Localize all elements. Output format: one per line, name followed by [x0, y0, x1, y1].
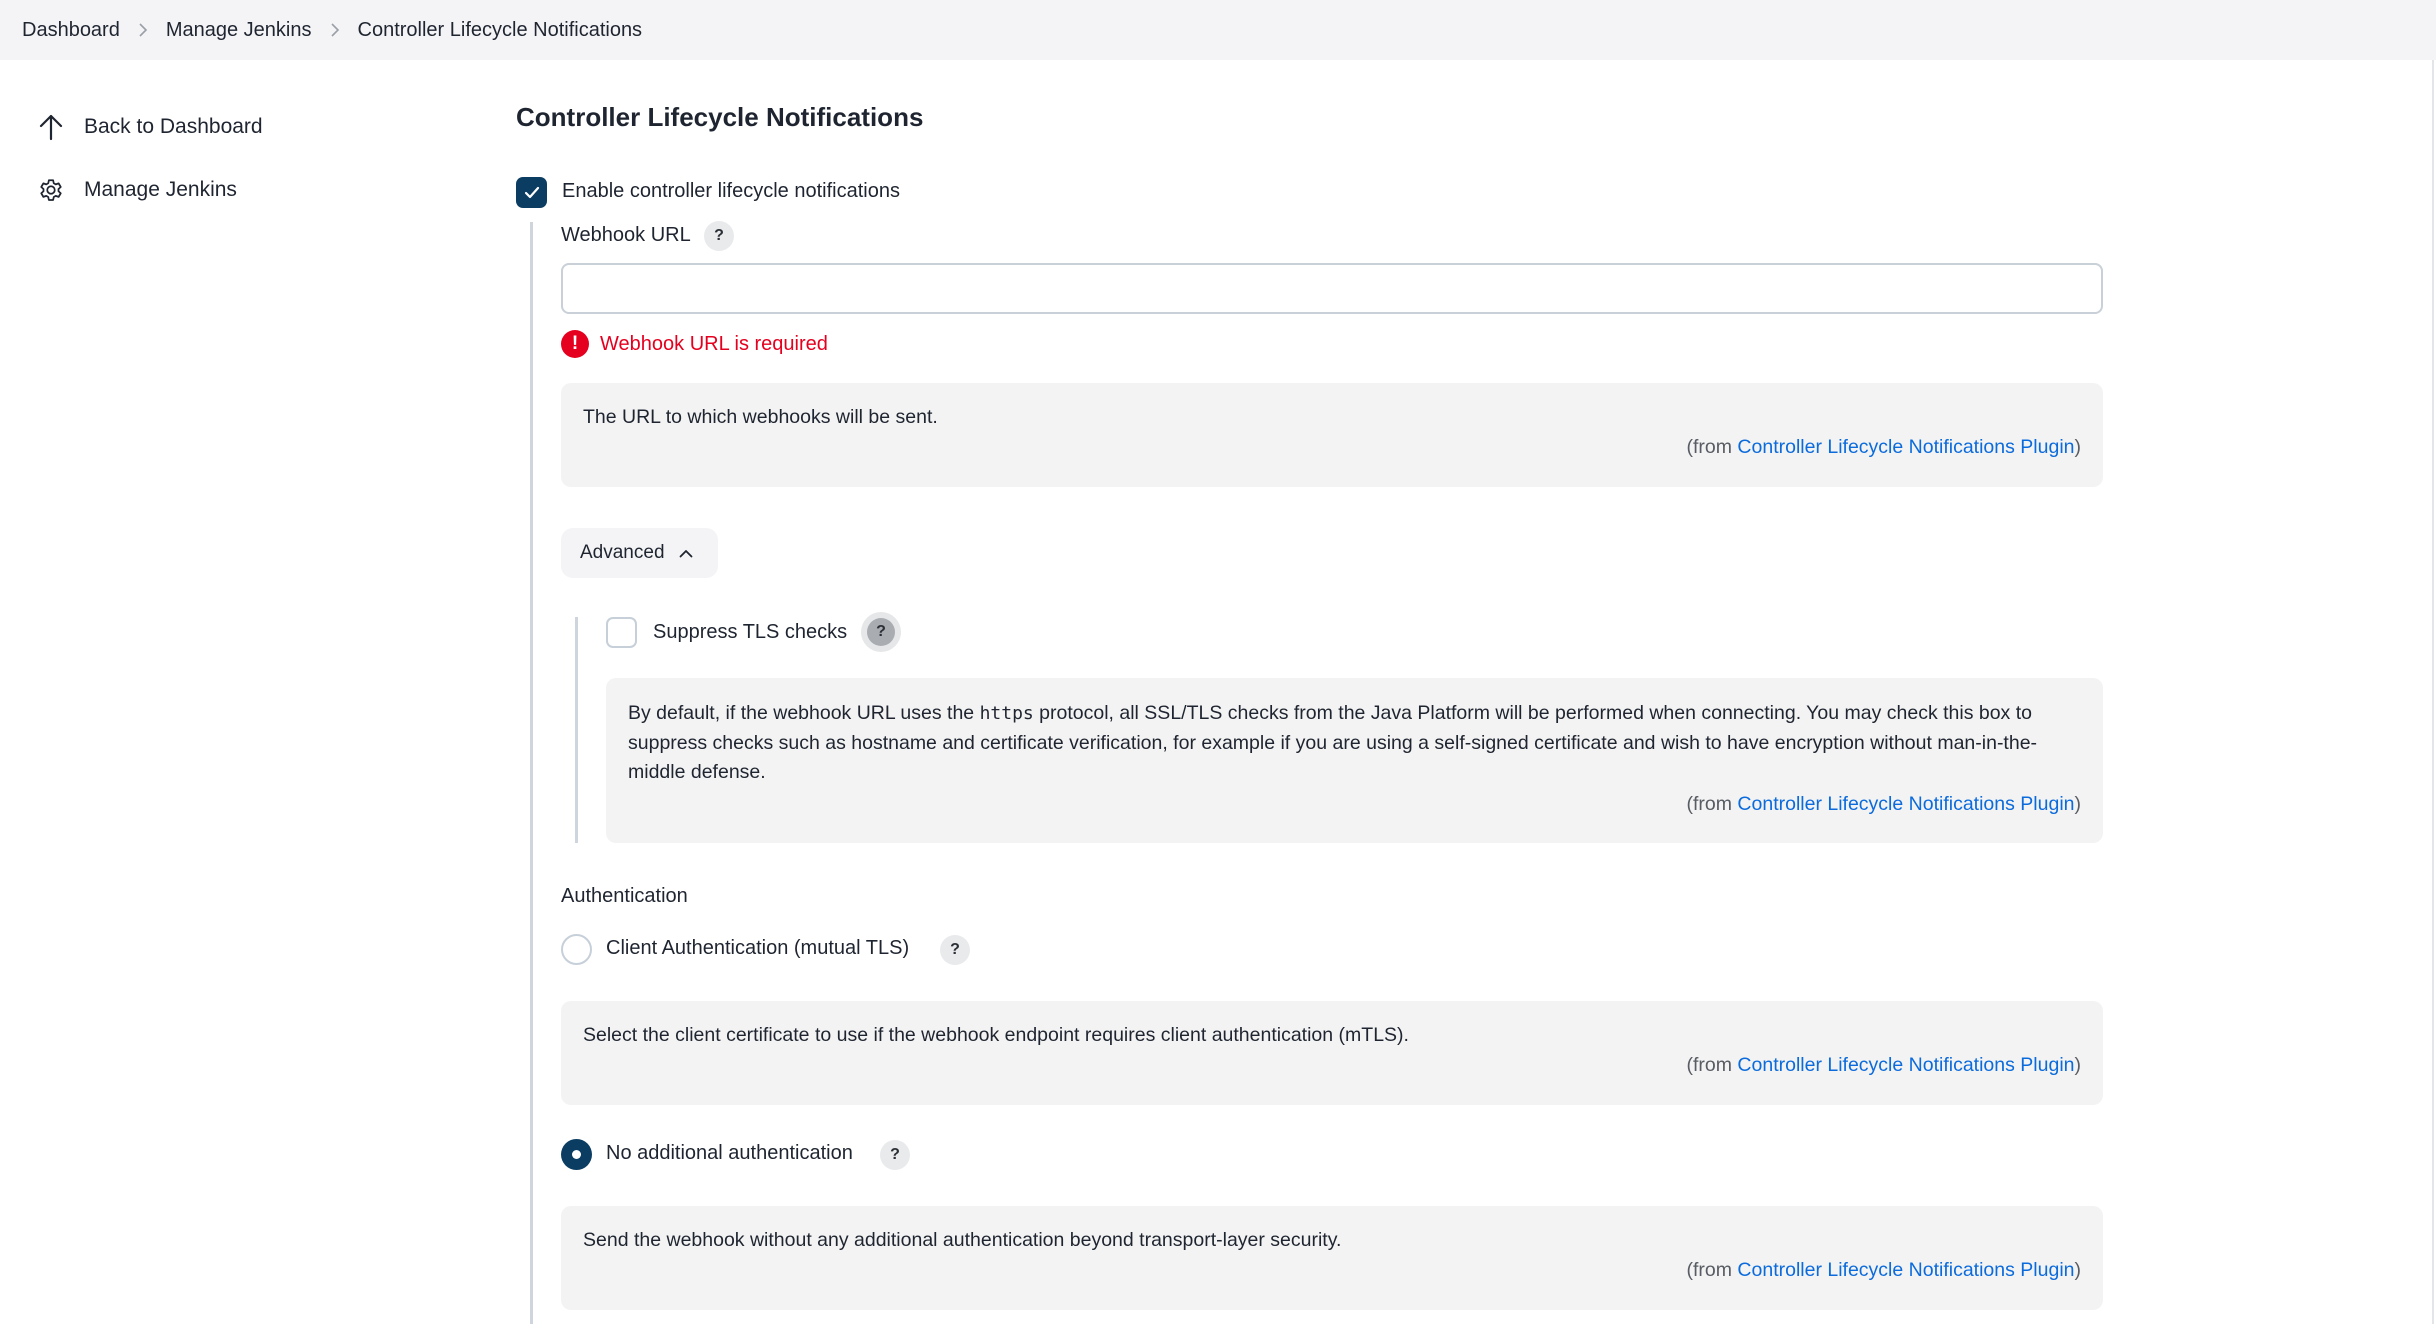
plugin-link[interactable]: Controller Lifecycle Notifications Plugi… — [1737, 793, 2074, 815]
plugin-link[interactable]: Controller Lifecycle Notifications Plugi… — [1737, 1259, 2074, 1281]
help-text: Send the webhook without any additional … — [583, 1229, 1342, 1251]
gear-icon — [36, 175, 66, 205]
enable-notifications-checkbox[interactable] — [516, 177, 547, 208]
help-source: (from Controller Lifecycle Notifications… — [1686, 793, 2082, 815]
page-title: Controller Lifecycle Notifications — [516, 102, 924, 132]
no-auth-label[interactable]: No additional authentication — [606, 1142, 853, 1165]
arrow-up-icon — [36, 112, 66, 142]
advanced-guide-line — [575, 617, 578, 843]
help-icon: ? — [867, 618, 895, 646]
help-source: (from Controller Lifecycle Notifications… — [1686, 436, 2082, 458]
advanced-label: Advanced — [580, 542, 665, 563]
webhook-url-help-button[interactable]: ? — [704, 221, 734, 251]
sidebar-item-label: Back to Dashboard — [84, 115, 263, 138]
help-text: By default, if the webhook URL uses the … — [628, 702, 2038, 783]
scrollbar-track[interactable] — [2432, 60, 2434, 1324]
suppress-tls-help-button[interactable]: ? — [861, 612, 901, 652]
breadcrumb: Dashboard Manage Jenkins Controller Life… — [0, 0, 2436, 60]
suppress-tls-help-box: By default, if the webhook URL uses the … — [606, 678, 2103, 843]
breadcrumb-dashboard[interactable]: Dashboard — [22, 19, 120, 42]
help-icon: ? — [890, 1146, 900, 1163]
client-auth-label[interactable]: Client Authentication (mutual TLS) — [606, 937, 909, 960]
radio-client-auth[interactable] — [561, 934, 592, 965]
enable-notifications-label[interactable]: Enable controller lifecycle notification… — [562, 180, 900, 203]
sidebar-item-label: Manage Jenkins — [84, 178, 237, 201]
error-icon: ! — [561, 330, 589, 358]
webhook-url-label: Webhook URL — [561, 224, 691, 246]
chevron-right-icon — [330, 23, 340, 37]
section-guide-line — [530, 222, 533, 1324]
breadcrumb-current[interactable]: Controller Lifecycle Notifications — [358, 19, 643, 42]
help-source: (from Controller Lifecycle Notifications… — [1686, 1054, 2082, 1076]
client-auth-help-box: Select the client certificate to use if … — [561, 1001, 2103, 1105]
check-icon — [524, 186, 539, 199]
page: Dashboard Manage Jenkins Controller Life… — [0, 0, 2436, 1324]
webhook-url-help-box: The URL to which webhooks will be sent. … — [561, 383, 2103, 487]
radio-dot — [572, 1150, 581, 1159]
authentication-label: Authentication — [561, 885, 688, 907]
suppress-tls-label[interactable]: Suppress TLS checks — [653, 621, 847, 644]
help-icon: ? — [950, 941, 960, 958]
breadcrumb-manage-jenkins[interactable]: Manage Jenkins — [166, 19, 312, 42]
help-text: Select the client certificate to use if … — [583, 1024, 1409, 1046]
plugin-link[interactable]: Controller Lifecycle Notifications Plugi… — [1737, 436, 2074, 458]
client-auth-help-button[interactable]: ? — [940, 935, 970, 965]
radio-no-auth[interactable] — [561, 1139, 592, 1170]
chevron-right-icon — [138, 23, 148, 37]
no-auth-help-button[interactable]: ? — [880, 1140, 910, 1170]
advanced-toggle-button[interactable]: Advanced — [561, 528, 718, 578]
code-https: https — [979, 703, 1034, 724]
chevron-up-icon — [679, 549, 693, 558]
sidebar-item-back-to-dashboard[interactable]: Back to Dashboard — [36, 112, 263, 142]
sidebar-item-manage-jenkins[interactable]: Manage Jenkins — [36, 175, 237, 205]
help-source: (from Controller Lifecycle Notifications… — [1686, 1259, 2082, 1281]
help-icon: ? — [714, 227, 724, 244]
webhook-url-input[interactable] — [561, 263, 2103, 314]
webhook-url-error: ! Webhook URL is required — [561, 330, 828, 358]
suppress-tls-checkbox[interactable] — [606, 617, 637, 648]
error-text: Webhook URL is required — [600, 332, 828, 355]
plugin-link[interactable]: Controller Lifecycle Notifications Plugi… — [1737, 1054, 2074, 1076]
no-auth-help-box: Send the webhook without any additional … — [561, 1206, 2103, 1310]
help-text: The URL to which webhooks will be sent. — [583, 406, 938, 428]
